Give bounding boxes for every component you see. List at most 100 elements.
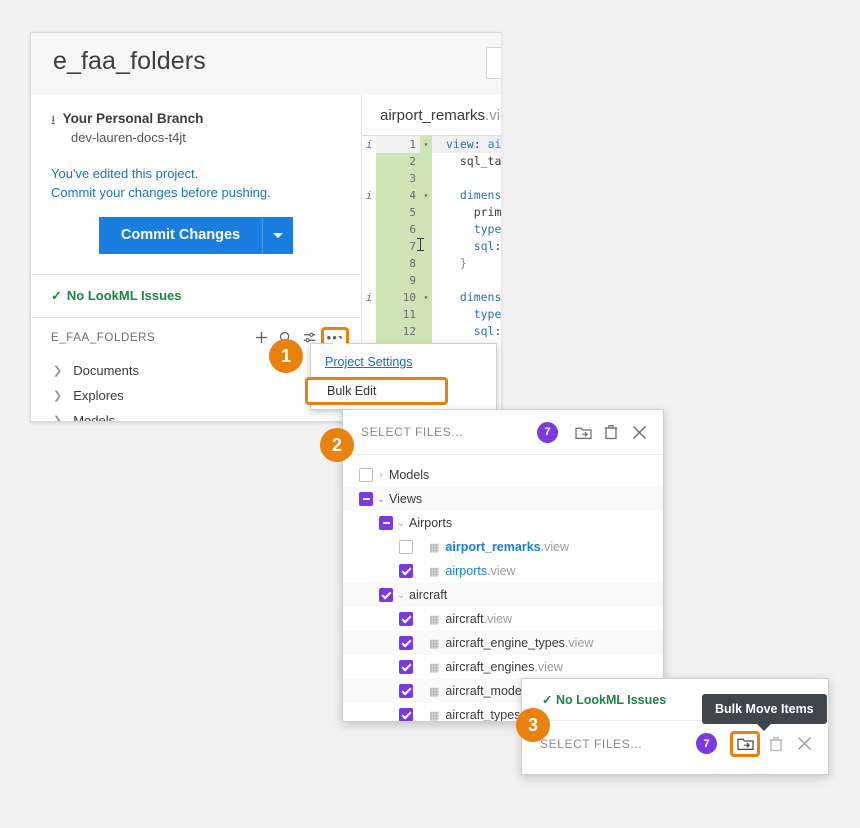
code-line[interactable]: 5 primary_k <box>362 204 501 221</box>
twisty-icon[interactable]: › <box>373 470 389 481</box>
twisty-icon[interactable]: ⌄ <box>393 518 409 529</box>
row-checkbox[interactable] <box>399 612 413 626</box>
bulk-move-icon[interactable] <box>571 420 595 444</box>
line-number: 1 <box>376 136 420 153</box>
code-line[interactable]: 3 <box>362 170 501 187</box>
fold-toggle-icon[interactable]: ▾ <box>420 289 432 306</box>
twisty-icon[interactable]: ⌄ <box>373 494 389 505</box>
file-row[interactable]: ⌄ aircraft <box>343 583 663 607</box>
line-number: 7 <box>376 238 420 255</box>
code-line[interactable]: i4▾ dimension: <box>362 187 501 204</box>
code-line[interactable]: 11 type: str <box>362 306 501 323</box>
row-label: aircraft_engine_types <box>445 636 565 650</box>
line-info-icon[interactable]: i <box>362 291 376 304</box>
search-input[interactable] <box>486 47 501 79</box>
menu-item-bulk-edit[interactable]: Bulk Edit <box>305 377 448 405</box>
step-marker-2: 2 <box>320 428 354 462</box>
project-options-menu: Project Settings Bulk Edit <box>305 337 497 410</box>
line-text <box>432 272 501 289</box>
line-text: sql_table_n <box>459 154 501 168</box>
check-icon: ✓ <box>51 287 62 303</box>
sidebar-item-label: Models <box>73 412 116 422</box>
line-number: 8 <box>376 255 420 272</box>
code-line[interactable]: i1▾view: airport <box>362 136 501 153</box>
file-tab[interactable]: airport_remarks.view <box>362 95 501 136</box>
branch-icon: ⭳ <box>51 112 56 127</box>
line-text: primary_k <box>473 205 501 219</box>
fold-toggle-icon[interactable] <box>420 255 432 272</box>
menu-item-project-settings[interactable]: Project Settings <box>311 350 496 374</box>
row-checkbox[interactable] <box>399 564 413 578</box>
code-line[interactable]: 12 sql: ${TA <box>362 323 501 340</box>
row-checkbox[interactable] <box>359 492 373 506</box>
selected-count-badge: 7 <box>537 421 558 443</box>
edited-message-line1: You've edited this project. <box>51 166 199 182</box>
row-checkbox[interactable] <box>399 636 413 650</box>
menu-arrow <box>332 337 346 344</box>
fold-toggle-icon[interactable] <box>420 170 432 187</box>
row-checkbox[interactable] <box>359 468 373 482</box>
commit-dropdown-button[interactable] <box>262 216 294 254</box>
line-info-icon[interactable]: i <box>362 138 376 151</box>
file-row[interactable]: ⌄ Airports <box>343 511 663 535</box>
row-checkbox[interactable] <box>379 516 393 530</box>
file-row[interactable]: ▦ airports .view <box>343 559 663 583</box>
commit-changes-button[interactable]: Commit Changes <box>98 216 263 254</box>
step-marker-1: 1 <box>269 339 303 373</box>
fold-toggle-icon[interactable] <box>420 238 432 255</box>
row-checkbox[interactable] <box>399 540 413 554</box>
fold-toggle-icon[interactable] <box>420 153 432 170</box>
branch-name: dev-lauren-docs-t4jt <box>71 130 186 146</box>
view-file-icon: ▦ <box>429 637 440 650</box>
row-checkbox[interactable] <box>399 708 413 721</box>
code-line[interactable]: 6 type: num <box>362 221 501 238</box>
row-checkbox[interactable] <box>399 684 413 698</box>
fold-toggle-icon[interactable] <box>420 306 432 323</box>
add-icon[interactable] <box>249 327 273 349</box>
fold-toggle-icon[interactable]: ▾ <box>420 136 432 153</box>
file-row[interactable]: ⌄ Views <box>343 487 663 511</box>
chevron-right-icon: ❯ <box>53 364 63 377</box>
bulk-move-icon[interactable] <box>730 730 760 757</box>
sidebar-item-models[interactable]: ❯ Models <box>31 408 361 422</box>
commit-button-group: Commit Changes <box>31 216 361 254</box>
code-line[interactable]: i10▾ dimension: <box>362 289 501 306</box>
bulk-move-tooltip: Bulk Move Items <box>702 694 827 731</box>
text-cursor-ibeam <box>417 238 424 251</box>
file-row[interactable]: ▦ airport_remarks .view <box>343 535 663 559</box>
fold-toggle-icon[interactable] <box>420 272 432 289</box>
line-number: 2 <box>376 153 420 170</box>
fold-toggle-icon[interactable] <box>420 204 432 221</box>
row-checkbox[interactable] <box>399 660 413 674</box>
file-row[interactable]: › Models <box>343 463 663 487</box>
file-row[interactable]: ▦ aircraft .view <box>343 607 663 631</box>
row-label: Airports <box>409 516 453 530</box>
select-files-header: SELECT FILES... 7 <box>343 410 663 455</box>
code-line[interactable]: 2 sql_table_n <box>362 153 501 170</box>
close-icon[interactable] <box>792 732 816 756</box>
sidebar-item-label: Documents <box>73 362 139 378</box>
check-icon: ✓ <box>542 693 553 707</box>
sidebar-item-label: Explores <box>73 387 124 403</box>
code-line[interactable]: 8 } <box>362 255 501 272</box>
file-row[interactable]: ▦ aircraft_engine_types .view <box>343 631 663 655</box>
delete-icon[interactable] <box>764 732 788 756</box>
close-icon[interactable] <box>627 420 651 444</box>
fold-toggle-icon[interactable] <box>420 323 432 340</box>
code-line[interactable]: 7 sql: ${TA <box>362 238 501 255</box>
line-text: view: airport <box>432 136 501 153</box>
row-ext: .view <box>564 636 594 650</box>
line-text: dimension: <box>459 290 501 304</box>
fold-toggle-icon[interactable]: ▾ <box>420 187 432 204</box>
line-info-icon[interactable]: i <box>362 189 376 202</box>
line-text: dimension: <box>459 188 501 202</box>
twisty-icon[interactable]: ⌄ <box>393 590 409 601</box>
row-checkbox[interactable] <box>379 588 393 602</box>
file-row[interactable]: ▦ aircraft_engines .view <box>343 655 663 679</box>
row-label: airport_remarks <box>445 540 541 554</box>
code-line[interactable]: 9 <box>362 272 501 289</box>
fold-toggle-icon[interactable] <box>420 221 432 238</box>
delete-icon[interactable] <box>599 420 623 444</box>
view-file-icon: ▦ <box>429 613 440 626</box>
line-number: 6 <box>376 221 420 238</box>
